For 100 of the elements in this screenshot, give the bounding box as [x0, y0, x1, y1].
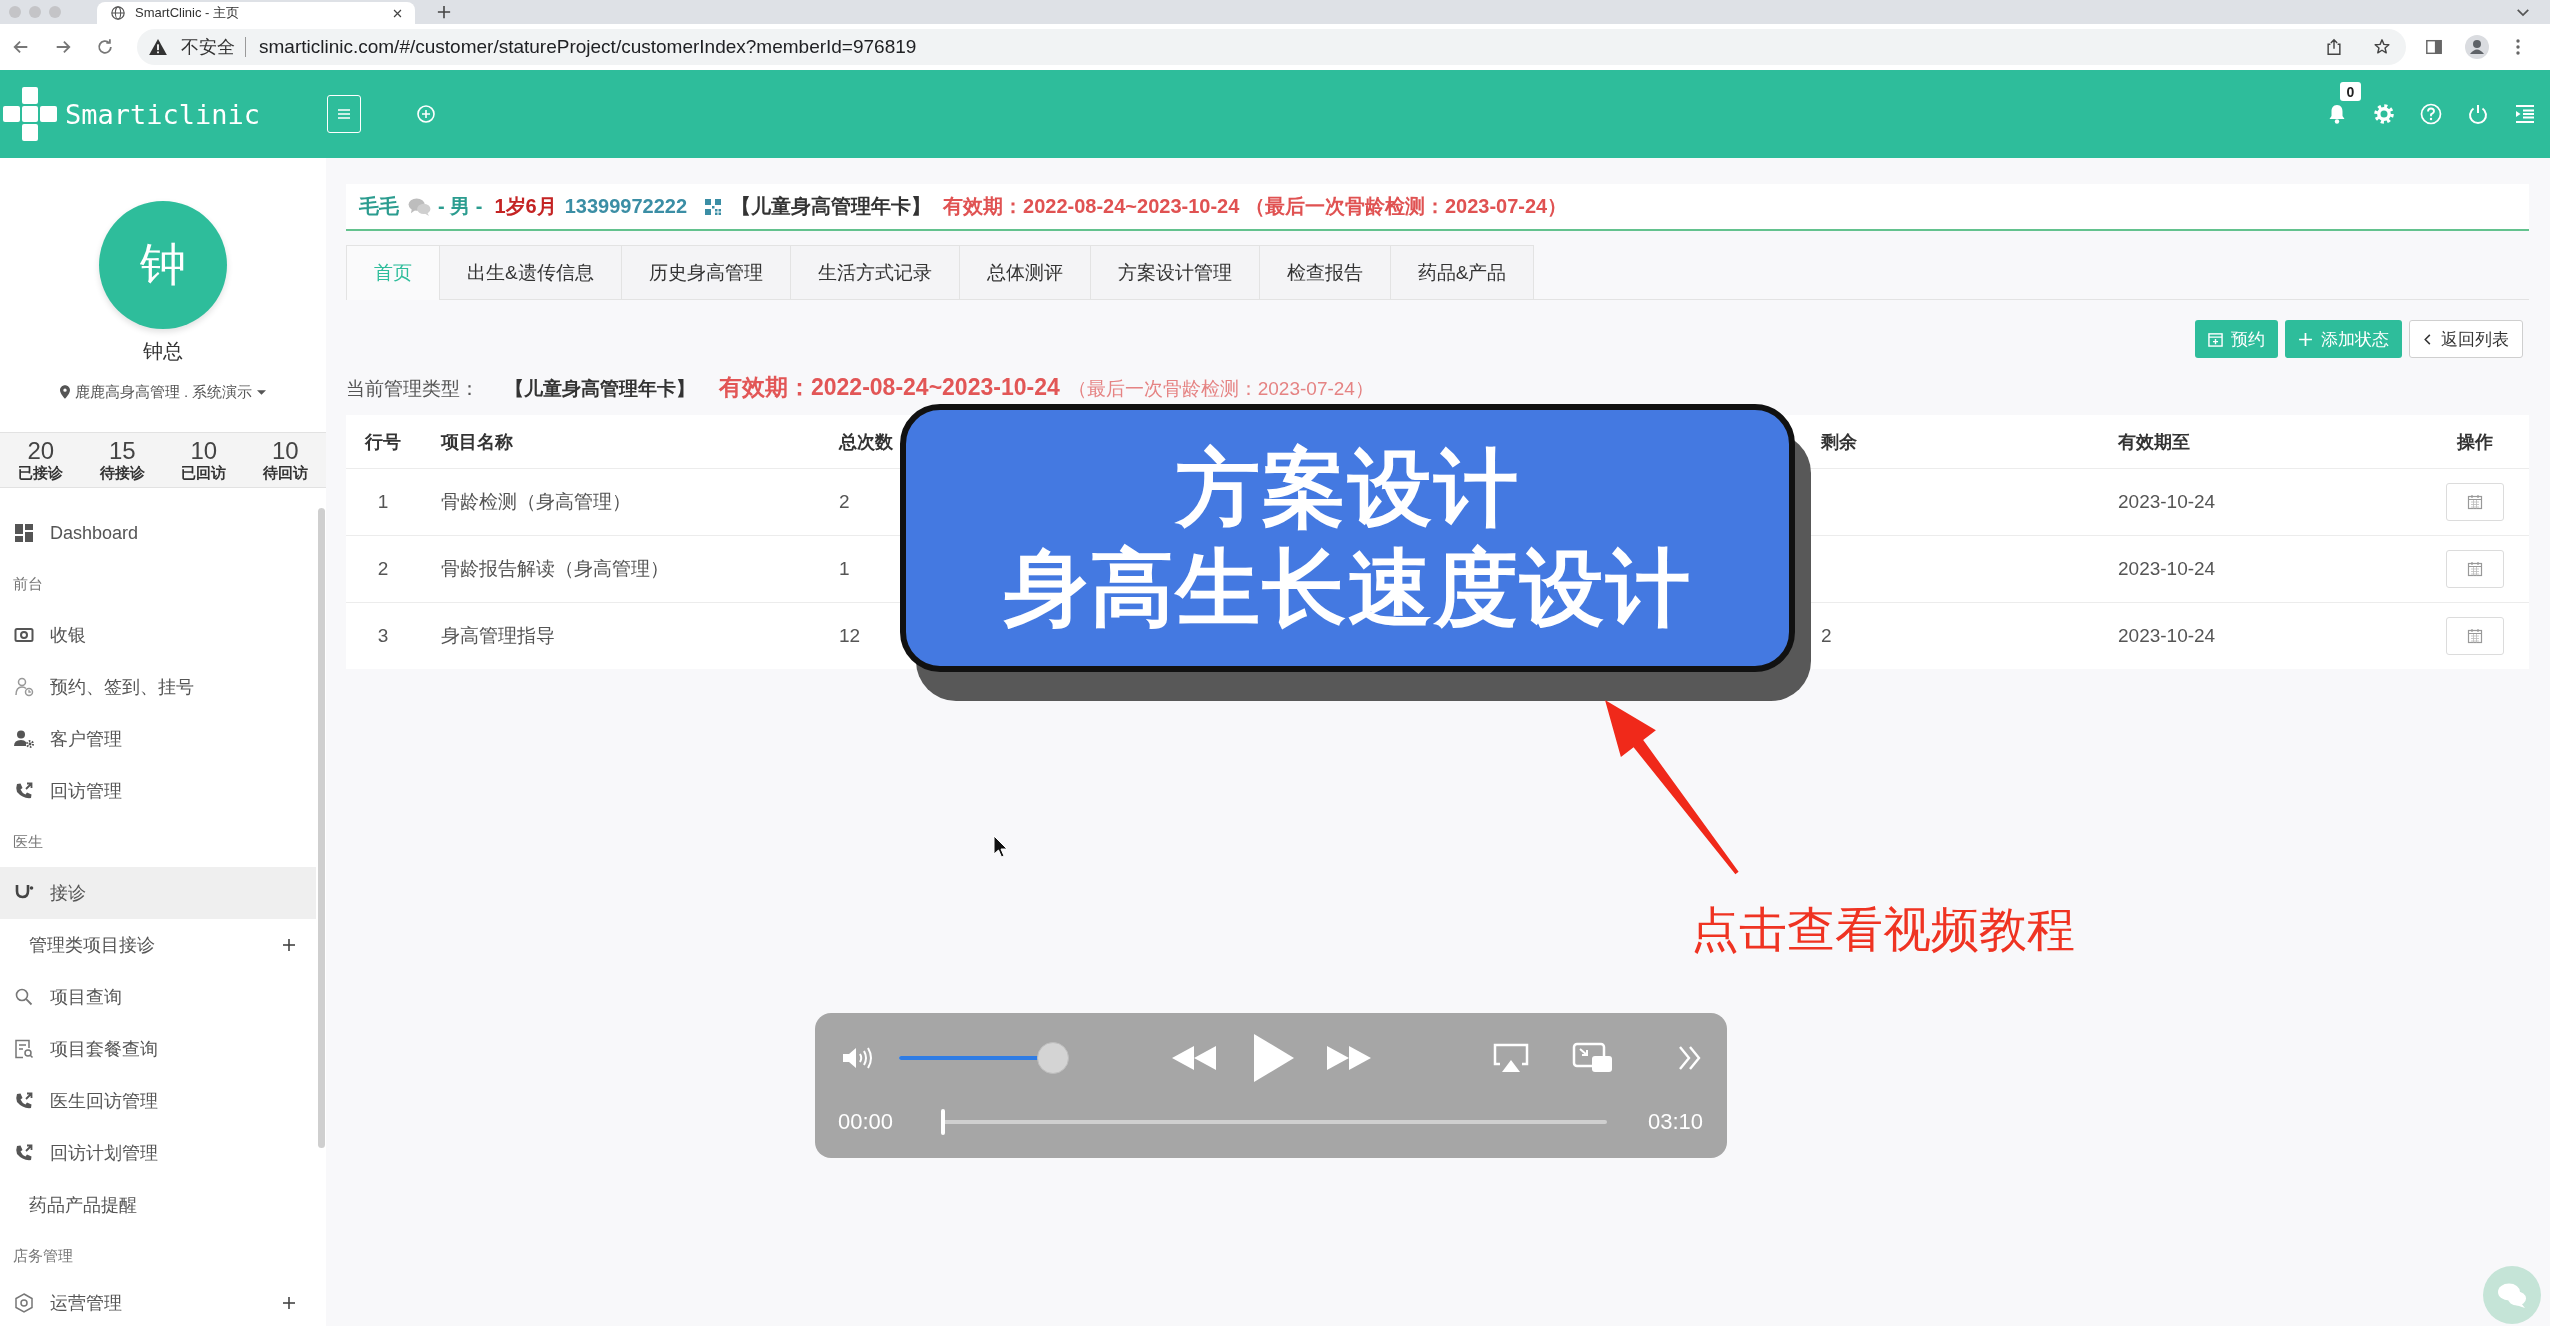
maximize-window-icon[interactable] — [49, 6, 61, 18]
calendar-button[interactable] — [2445, 617, 2504, 655]
tab[interactable]: 总体测评 — [959, 245, 1091, 299]
grid-icon — [14, 523, 34, 543]
share-icon[interactable] — [2325, 38, 2343, 56]
tab[interactable]: 生活方式记录 — [790, 245, 960, 299]
last-check-text: （最后一次骨龄检测：2023-07-24） — [1067, 377, 1374, 401]
fast-forward-icon[interactable] — [1325, 1044, 1373, 1072]
menu-item[interactable]: 接诊 — [0, 867, 316, 919]
menu-item[interactable]: 药品产品提醒 — [0, 1179, 316, 1231]
cash-icon — [14, 625, 34, 645]
menu-section-label: 前台 — [12, 573, 44, 594]
rewind-icon[interactable] — [1170, 1044, 1218, 1072]
address-bar[interactable]: 不安全 smarticlinic.com/#/customer/statureProject/customerIndex?memberId=976819 — [137, 29, 2406, 65]
menu-item[interactable]: 运营管理 — [0, 1281, 316, 1325]
table-cell: 骨龄报告解读（身高管理） — [441, 558, 669, 579]
calendar-icon — [2466, 494, 2483, 510]
table-cell: 2023-10-24 — [2118, 558, 2216, 579]
logo-icon — [3, 87, 57, 141]
airplay-icon[interactable] — [1492, 1042, 1530, 1074]
volume-thumb[interactable] — [1036, 1042, 1069, 1074]
person-clock-icon — [14, 677, 34, 697]
chevron-down-icon[interactable] — [2516, 7, 2530, 17]
tab[interactable]: 出生&遗传信息 — [440, 245, 622, 299]
stat-value: 10 — [190, 438, 218, 464]
scrollbar-thumb[interactable] — [318, 508, 325, 1148]
menu-item[interactable]: 回访管理 — [0, 765, 316, 817]
column-header: 总次数 — [839, 431, 893, 452]
menu-section-label: 店务管理 — [12, 1245, 74, 1266]
stat-label: 已接诊 — [18, 464, 64, 482]
table-cell: 2 — [839, 491, 850, 512]
menu-item[interactable]: 收银 — [0, 609, 316, 661]
double-chevron-icon[interactable] — [1677, 1044, 1703, 1072]
new-tab-icon[interactable] — [437, 5, 451, 19]
notification-badge: 0 — [2340, 82, 2361, 101]
document-search-icon — [14, 1039, 34, 1059]
minimize-window-icon[interactable] — [29, 6, 41, 18]
plus-icon[interactable] — [282, 938, 296, 952]
picture-in-picture-icon[interactable] — [1572, 1042, 1614, 1074]
menu-button[interactable] — [327, 95, 362, 133]
power-icon[interactable] — [2467, 103, 2489, 125]
tab[interactable]: 检查报告 — [1259, 245, 1391, 299]
menu-item[interactable]: 项目套餐查询 — [0, 1023, 316, 1075]
plus-icon — [2298, 331, 2313, 347]
progress-slider[interactable] — [941, 1109, 1608, 1135]
browser-tab[interactable]: SmartClinic - 主页 — [97, 2, 415, 24]
card-type: 【儿童身高管理年卡】 — [505, 377, 695, 401]
plus-icon[interactable] — [282, 1296, 296, 1310]
security-label: 不安全 — [181, 36, 235, 59]
stat-value: 10 — [271, 438, 299, 464]
back-icon[interactable] — [12, 38, 30, 56]
side-panel-icon[interactable] — [2425, 38, 2443, 56]
star-icon[interactable] — [2373, 38, 2391, 56]
playhead[interactable] — [941, 1109, 946, 1135]
more-icon[interactable] — [2515, 37, 2521, 57]
tab[interactable]: 药品&产品 — [1390, 245, 1535, 299]
patient-name: 毛毛 — [359, 194, 399, 219]
menu-item[interactable]: 管理类项目接诊 — [0, 919, 316, 971]
table-cell: 身高管理指导 — [441, 625, 555, 646]
phone-icon — [14, 1143, 34, 1163]
current-time: 00:00 — [838, 1109, 894, 1135]
close-window-icon[interactable] — [9, 6, 21, 18]
profile-icon[interactable] — [2465, 35, 2489, 59]
stat-label: 待接诊 — [99, 464, 145, 482]
tab[interactable]: 历史身高管理 — [621, 245, 791, 299]
calendar-button[interactable] — [2445, 550, 2504, 588]
menu-item[interactable]: Dashboard — [0, 507, 316, 559]
close-tab-icon[interactable] — [392, 7, 403, 19]
tab[interactable]: 方案设计管理 — [1090, 245, 1260, 299]
warning-icon — [149, 39, 167, 55]
card-type: 【儿童身高管理年卡】 — [731, 194, 932, 219]
settings-icon[interactable] — [2373, 103, 2395, 125]
calendar-button[interactable] — [2445, 483, 2504, 521]
forward-icon[interactable] — [54, 38, 72, 56]
globe-icon — [111, 6, 125, 20]
menu-item[interactable]: 客户管理 — [0, 713, 316, 765]
table-cell: 1 — [839, 558, 850, 579]
list-indent-icon[interactable] — [2514, 103, 2536, 125]
stat-label: 已回访 — [181, 464, 227, 482]
user-gear-icon — [14, 729, 34, 749]
table-cell: 3 — [377, 625, 389, 646]
menu-item[interactable]: 预约、签到、挂号 — [0, 661, 316, 713]
menu-item[interactable]: 回访计划管理 — [0, 1127, 316, 1179]
user-name: 钟总 — [143, 339, 183, 363]
menu-section-label: 医生 — [12, 831, 44, 852]
organization-dropdown[interactable]: 鹿鹿高身高管理 . 系统演示 — [59, 383, 267, 401]
table-cell: 12 — [839, 625, 861, 646]
chat-bubbles-icon[interactable] — [408, 197, 431, 216]
hexagon-icon — [14, 1293, 34, 1313]
phone-icon — [14, 781, 34, 801]
qr-code-icon[interactable] — [705, 198, 722, 215]
search-icon — [14, 987, 34, 1007]
patient-phone: 13399972222 — [564, 195, 688, 218]
reload-icon[interactable] — [96, 38, 114, 56]
menu-item[interactable]: 项目查询 — [0, 971, 316, 1023]
menu-item[interactable]: 医生回访管理 — [0, 1075, 316, 1127]
help-icon[interactable] — [2420, 103, 2442, 125]
add-icon[interactable] — [416, 104, 437, 124]
back-to-list-button[interactable]: 返回列表 — [2409, 320, 2523, 358]
column-header: 剩余 — [1821, 431, 1857, 452]
